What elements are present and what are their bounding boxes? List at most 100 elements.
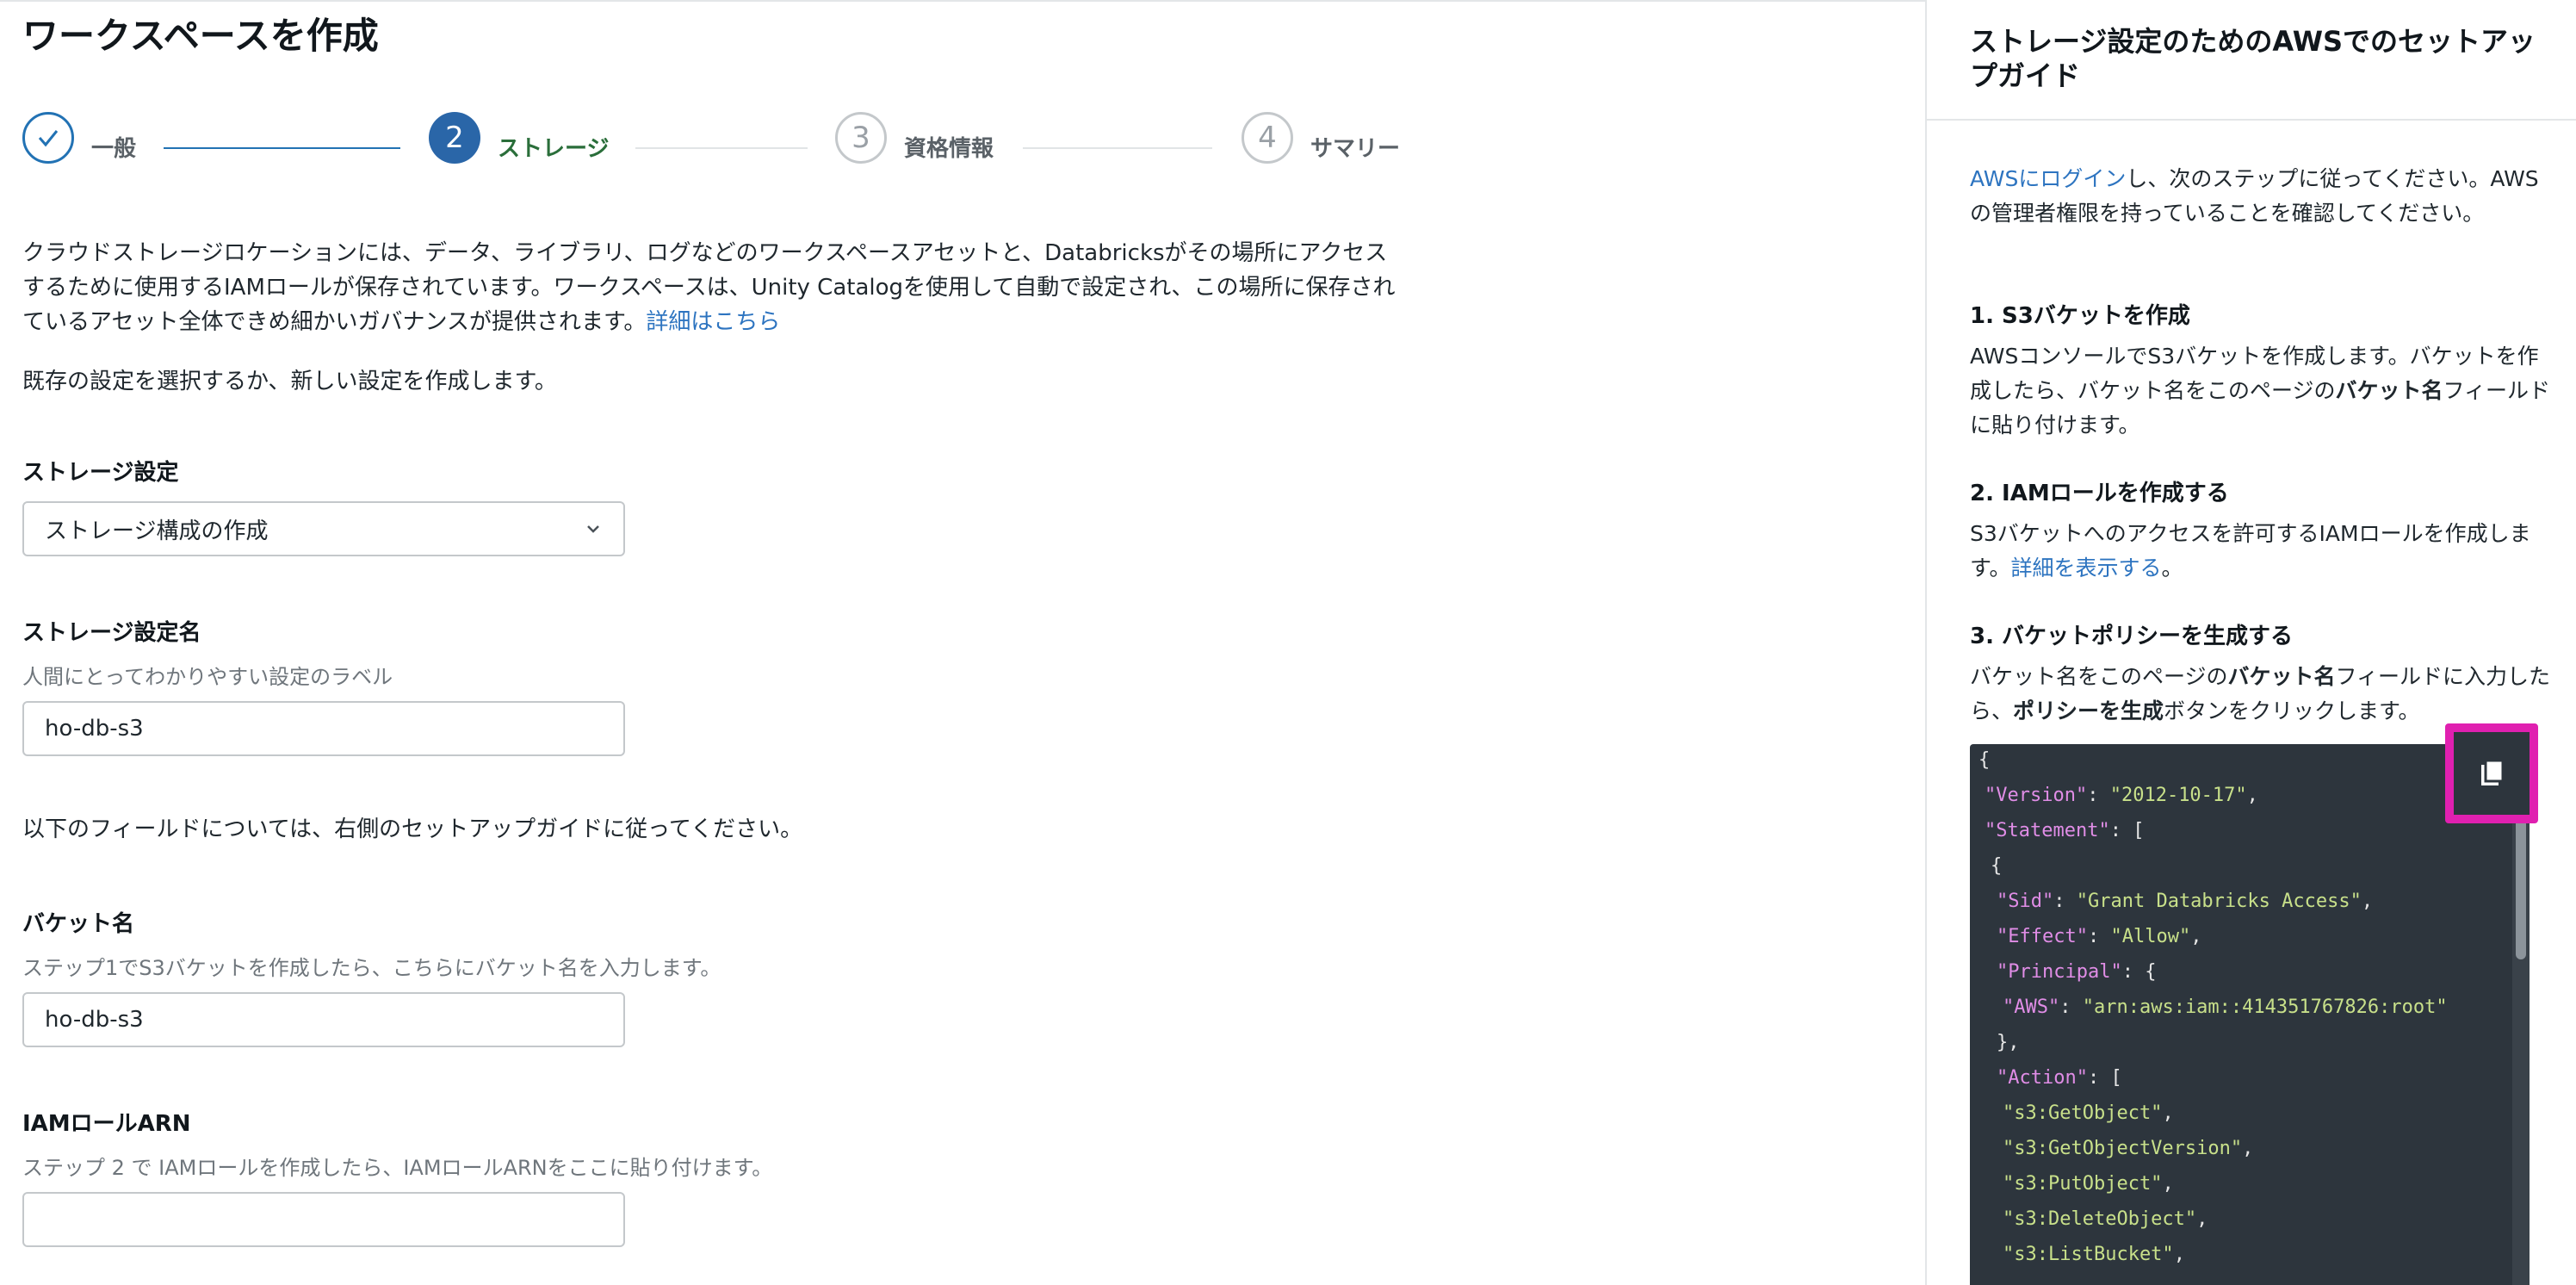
intro-text: クラウドストレージロケーションには、データ、ライブラリ、ログなどのワークスペース… (22, 236, 1400, 339)
code-token: "Version" (1985, 785, 2088, 806)
step3-text-a: バケット名をこのページの (1970, 664, 2228, 689)
code-token: "s3:DeleteObject" (2003, 1208, 2197, 1230)
code-token: : [ (2087, 1067, 2122, 1089)
code-token: : (2087, 785, 2110, 806)
intro-sub: 既存の設定を選択するか、新しい設定を作成します。 (22, 369, 557, 394)
step1-title: 1. S3バケットを作成 (1970, 303, 2190, 329)
step2-text: S3バケットへのアクセスを許可するIAMロールを作成します。詳細を表示する。 (1970, 517, 2555, 586)
code-line: "s3:PutObject", (2003, 1173, 2174, 1195)
code-token: , (2162, 1102, 2174, 1124)
step-4-circle[interactable]: 4 (1242, 112, 1293, 164)
step-1-label[interactable]: 一般 (91, 131, 136, 163)
storage-config-value: ストレージ構成の作成 (45, 518, 269, 544)
code-line: { (1991, 855, 2002, 877)
iam-role-label: IAMロールARN (22, 1111, 191, 1137)
page-title: ワークスペースを作成 (22, 15, 379, 57)
code-token: "Effect" (1997, 926, 2088, 947)
step1-bold: バケット名 (2335, 378, 2443, 403)
code-line: { (1978, 749, 1990, 771)
code-token: { (1991, 855, 2003, 877)
code-token: "Grant Databricks Access" (2076, 891, 2362, 912)
code-line: "Version": "2012-10-17", (1985, 785, 2258, 806)
code-token: : [ (2109, 820, 2145, 841)
step3-bold-generate: ポリシーを生成 (2013, 698, 2164, 723)
iam-role-input[interactable] (22, 1192, 625, 1247)
step3-text-c: ボタンをクリックします。 (2164, 698, 2420, 723)
step-connector (1023, 147, 1212, 149)
code-scrollbar[interactable] (2512, 744, 2530, 1285)
code-line: }, (1997, 1032, 2020, 1053)
guide-title: ストレージ設定のためのAWSでのセットアップガイド (1970, 25, 2536, 92)
code-line: "s3:GetObjectVersion", (2003, 1138, 2253, 1159)
step-2-label[interactable]: ストレージ (498, 131, 609, 163)
code-token: : (2087, 926, 2111, 947)
step-3-circle[interactable]: 3 (835, 112, 887, 164)
code-token: : (2053, 891, 2077, 912)
code-token: "Allow" (2110, 926, 2191, 947)
code-line: "Statement": [ (1985, 820, 2144, 841)
code-token: , (2173, 1244, 2185, 1265)
step3-title: 3. バケットポリシーを生成する (1970, 624, 2294, 649)
step3-bold-bucket: バケット名 (2227, 664, 2336, 689)
code-line: "Action": [ (1997, 1067, 2122, 1089)
code-token: : { (2121, 961, 2157, 983)
code-token: "Action" (1997, 1067, 2088, 1089)
code-token: "s3:GetObject" (2003, 1102, 2163, 1124)
aws-login-link[interactable]: AWSにログイン (1970, 166, 2126, 191)
code-line: "Principal": { (1997, 961, 2156, 983)
code-token: "Statement" (1985, 820, 2110, 841)
storage-name-help: 人間にとってわかりやすい設定のラベル (22, 665, 393, 689)
code-token: "s3:ListBucket" (2003, 1244, 2174, 1265)
copy-icon (2481, 759, 2505, 785)
code-scrollbar-thumb[interactable] (2516, 804, 2526, 959)
step-connector (635, 147, 808, 149)
guide-note: 以下のフィールドについては、右側のセットアップガイドに従ってください。 (22, 816, 803, 842)
code-token: { (1978, 749, 1991, 771)
code-line: "s3:ListBucket", (2003, 1244, 2185, 1265)
code-token: , (2361, 891, 2374, 912)
code-token: "AWS" (2003, 996, 2060, 1018)
code-token: , (2242, 1138, 2254, 1159)
step2-title: 2. IAMロールを作成する (1970, 481, 2229, 506)
step-4-label[interactable]: サマリー (1310, 131, 1400, 163)
code-line: "Effect": "Allow", (1997, 926, 2201, 947)
step-connector (164, 147, 400, 149)
policy-code-block[interactable]: "s3:ListBucket", "s3:DeleteObject", "s3:Pu… (1970, 744, 2530, 1285)
step2-details-link[interactable]: 詳細を表示する (2011, 556, 2162, 580)
code-line: "s3:GetObject", (2003, 1102, 2174, 1124)
code-token: }, (1997, 1032, 2020, 1053)
storage-config-label: ストレージ設定 (22, 460, 179, 486)
code-line: "s3:DeleteObject", (2003, 1208, 2208, 1230)
chevron-down-icon (587, 525, 599, 533)
code-token: "Sid" (1997, 891, 2054, 912)
bucket-name-help: ステップ1でS3バケットを作成したら、こちらにバケット名を入力します。 (22, 956, 721, 980)
guide-intro: AWSにログインし、次のステップに従ってください。AWSの管理者権限を持っている… (1970, 162, 2555, 231)
step2-text-end: 。 (2161, 556, 2183, 580)
step3-text: バケット名をこのページのバケット名フィールドに入力したら、ポリシーを生成ボタンを… (1970, 660, 2555, 729)
step-2-circle[interactable]: 2 (429, 112, 480, 164)
storage-name-label: ストレージ設定名 (22, 620, 201, 646)
code-line: "Sid": "Grant Databricks Access", (1997, 891, 2373, 912)
bucket-name-input[interactable]: ho-db-s3 (22, 992, 625, 1047)
code-line: "AWS": "arn:aws:iam::414351767826:root" (2003, 996, 2448, 1018)
code-token: "s3:PutObject" (2003, 1173, 2163, 1195)
bucket-name-label: バケット名 (22, 911, 135, 937)
main-content: ワークスペースを作成 一般 2 ストレージ 3 資格情報 4 サマリー クラウド… (0, 0, 1925, 1285)
code-token: "s3:GetObjectVersion" (2003, 1138, 2243, 1159)
code-token: , (2246, 785, 2258, 806)
code-token: "2012-10-17" (2109, 785, 2247, 806)
learn-more-link[interactable]: 詳細はこちら (646, 309, 780, 335)
code-token: , (2190, 926, 2202, 947)
panel-divider (1927, 119, 2576, 121)
storage-name-input[interactable]: ho-db-s3 (22, 701, 625, 756)
check-icon (38, 130, 59, 147)
iam-role-help: ステップ 2 で IAMロールを作成したら、IAMロールARNをここに貼り付けま… (22, 1156, 773, 1180)
step-1-circle[interactable] (22, 112, 74, 164)
code-token: , (2196, 1208, 2208, 1230)
code-token: , (2162, 1173, 2174, 1195)
setup-guide-panel: ストレージ設定のためのAWSでのセットアップガイド AWSにログインし、次のステ… (1925, 0, 2576, 1285)
step-3-label[interactable]: 資格情報 (904, 131, 994, 163)
copy-button[interactable] (2445, 723, 2538, 823)
code-token: : (2059, 996, 2083, 1018)
storage-config-select[interactable]: ストレージ構成の作成 (22, 501, 625, 556)
